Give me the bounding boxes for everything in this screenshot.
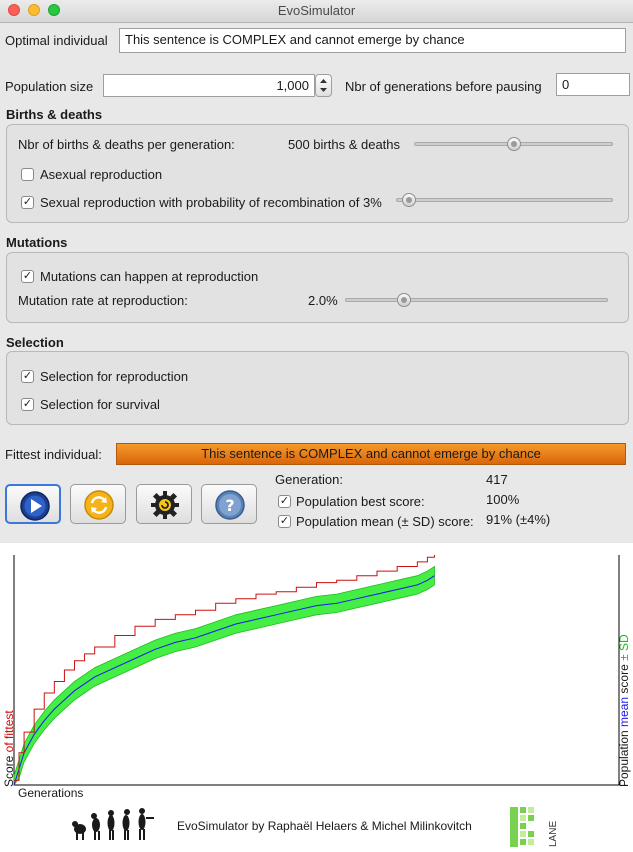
asexual-reproduction-checkbox[interactable] — [21, 168, 34, 181]
mutation-rate-label: Mutation rate at reproduction: — [18, 293, 188, 308]
sd-band — [13, 565, 435, 787]
y-axis-label-left: Score of fittest — [2, 710, 16, 787]
generation-value: 417 — [486, 472, 508, 487]
births-per-generation-label: Nbr of births & deaths per generation: — [18, 137, 235, 152]
sexual-reproduction-label: Sexual reproduction with probability of … — [40, 195, 382, 210]
births-per-generation-value: 500 births & deaths — [288, 137, 401, 152]
svg-text:?: ? — [225, 496, 234, 515]
selection-panel — [6, 351, 629, 425]
mutations-panel — [6, 252, 629, 323]
births-per-generation-slider-knob[interactable] — [506, 137, 521, 151]
mutation-rate-value: 2.0% — [308, 293, 338, 308]
population-size-stepper[interactable] — [315, 74, 332, 97]
generations-before-pausing-input[interactable]: 0 — [556, 73, 630, 96]
mutations-title: Mutations — [6, 235, 68, 250]
settings-button[interactable] — [136, 484, 192, 524]
optimal-individual-label: Optimal individual — [5, 33, 108, 48]
reset-button[interactable] — [70, 484, 126, 524]
births-deaths-title: Births & deaths — [6, 107, 103, 122]
recombination-slider-track[interactable] — [396, 198, 613, 202]
mean-score-checkbox[interactable]: ✓ — [278, 515, 291, 528]
recombination-slider-knob[interactable] — [402, 193, 417, 207]
selection-survival-label: Selection for survival — [40, 397, 160, 412]
score-chart: Generations Score of fittest Population … — [0, 543, 633, 852]
selection-reproduction-checkbox[interactable]: ✓ — [21, 370, 34, 383]
selection-title: Selection — [6, 335, 64, 350]
best-score-value: 100% — [486, 492, 520, 507]
y-axis-label-right: Population mean score ± SD — [617, 634, 631, 787]
mean-score-value: 91% (±4%) — [486, 512, 551, 527]
title-bar: EvoSimulator — [0, 0, 633, 23]
help-button[interactable]: ? — [201, 484, 257, 524]
generations-before-pausing-label: Nbr of generations before pausing — [345, 79, 542, 94]
asexual-reproduction-label: Asexual reproduction — [40, 167, 163, 182]
fittest-individual-value: This sentence is COMPLEX and cannot emer… — [116, 443, 626, 465]
mutations-enabled-checkbox[interactable]: ✓ — [21, 270, 34, 283]
window-title: EvoSimulator — [277, 3, 356, 18]
best-score-checkbox[interactable]: ✓ — [278, 495, 291, 508]
best-score-label: Population best score: — [296, 494, 425, 509]
fittest-individual-label: Fittest individual: — [5, 447, 102, 462]
selection-survival-checkbox[interactable]: ✓ — [21, 398, 34, 411]
mean-score-label: Population mean (± SD) score: — [296, 514, 474, 529]
credit-text: EvoSimulator by Raphaël Helaers & Michel… — [177, 819, 472, 833]
play-button[interactable] — [5, 484, 61, 524]
x-axis-label: Generations — [18, 786, 84, 800]
generation-label: Generation: — [275, 472, 343, 487]
lane-logo-text: LANE — [548, 821, 559, 847]
optimal-individual-input[interactable]: This sentence is COMPLEX and cannot emer… — [119, 28, 626, 53]
mutation-rate-slider-track[interactable] — [345, 298, 608, 302]
population-size-input[interactable]: 1,000 — [103, 74, 315, 97]
evolution-logo — [72, 808, 154, 840]
population-size-label: Population size — [5, 79, 94, 94]
selection-reproduction-label: Selection for reproduction — [40, 369, 189, 384]
score-chart-plot — [13, 555, 620, 787]
sexual-reproduction-checkbox[interactable]: ✓ — [21, 196, 34, 209]
lane-logo: LANE — [510, 807, 559, 847]
mutations-enabled-label: Mutations can happen at reproduction — [40, 269, 259, 284]
